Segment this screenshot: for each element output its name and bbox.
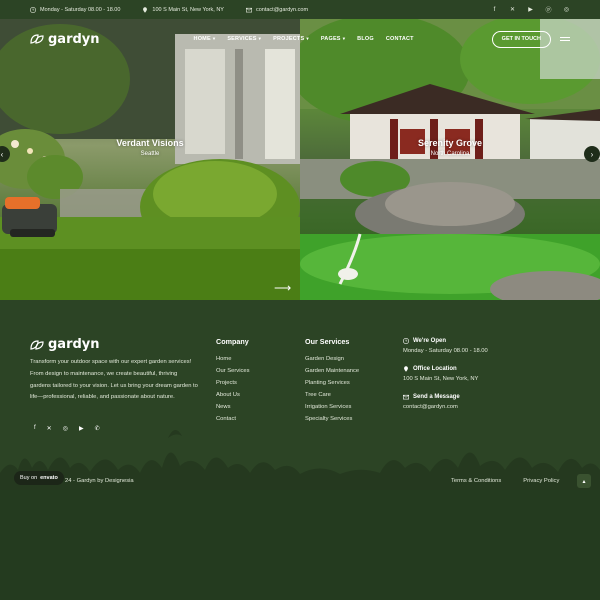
top-social-links: f ✕ ▶ ⓟ ◎: [491, 6, 570, 15]
column-title: Company: [216, 337, 249, 346]
clock-icon: [30, 6, 36, 13]
slide-location: Seattle: [140, 151, 160, 157]
office-value: 100 S Main St, New York, NY: [403, 376, 479, 382]
hero-slider: Verdant Visions Seattle Serenity Grove N…: [0, 19, 600, 300]
email-info[interactable]: contact@gardyn.com: [245, 7, 308, 13]
chevron-down-icon: ▾: [258, 36, 262, 41]
map-pin-icon: [143, 6, 148, 13]
chevron-down-icon: ▾: [342, 36, 346, 41]
footer-link-home[interactable]: Home: [216, 356, 250, 368]
clock-icon: [403, 338, 409, 344]
office-heading: Office Location: [403, 366, 488, 372]
column-title: Our Services: [305, 337, 350, 346]
slide-title: Serenity Grove: [417, 138, 483, 148]
footer-link-garden-design[interactable]: Garden Design: [305, 356, 359, 368]
main-navbar: gardyn HOME ▾ SERVICES ▾ PROJECTS ▾ PAGES ▾ …: [0, 24, 600, 54]
nav-item-blog[interactable]: BLOG: [357, 36, 374, 42]
footer-link-projects[interactable]: Projects: [216, 380, 250, 392]
facebook-icon[interactable]: f: [491, 6, 498, 13]
nav-label: BLOG: [357, 36, 374, 42]
garden-photo-left: [0, 19, 300, 300]
get-in-touch-button[interactable]: GET IN TOUCH: [491, 30, 551, 48]
brand-name: gardyn: [48, 31, 100, 47]
office-label: Office Location: [413, 366, 457, 372]
address-info: 100 S Main St, New York, NY: [142, 7, 224, 13]
legal-links: Terms & Conditions Privacy Policy: [451, 478, 559, 484]
message-heading: Send a Message: [403, 394, 488, 400]
open-hours-heading: We're Open: [403, 338, 488, 344]
map-pin-icon: [404, 366, 408, 372]
message-value[interactable]: contact@gardyn.com: [403, 404, 488, 410]
hours-info: Monday - Saturday 08.00 - 18.00: [30, 6, 121, 13]
mail-icon: [245, 7, 252, 12]
garden-photo-right: [300, 19, 600, 300]
chevron-down-icon: ▾: [212, 36, 216, 41]
privacy-link[interactable]: Privacy Policy: [523, 478, 559, 484]
email-text[interactable]: contact@gardyn.com: [256, 7, 308, 13]
footer-description: Transform your outdoor space with our ex…: [30, 359, 198, 401]
slide-location: North Carolina: [430, 151, 470, 157]
nav-item-contact[interactable]: CONTACT: [386, 36, 414, 42]
company-column: Company Home Our Services Projects About…: [216, 337, 250, 428]
services-column: Our Services Garden Design Garden Mainte…: [305, 337, 359, 428]
chevron-down-icon: ▾: [306, 36, 309, 41]
footer-logo[interactable]: gardyn: [30, 337, 100, 352]
footer-link-our-services[interactable]: Our Services: [216, 368, 250, 380]
youtube-icon[interactable]: ▶: [527, 6, 534, 13]
nav-label: PAGES: [320, 36, 341, 42]
footer-link-planting-services[interactable]: Planting Services: [305, 380, 359, 392]
scroll-to-top-button[interactable]: ▴: [577, 474, 591, 488]
message-label: Send a Message: [413, 394, 460, 400]
nav-item-home[interactable]: HOME ▾: [194, 36, 216, 42]
nav-item-projects[interactable]: PROJECTS ▾: [273, 36, 309, 42]
arrow-right-icon[interactable]: ⟶: [274, 281, 291, 295]
instagram-icon[interactable]: ◎: [563, 6, 570, 13]
open-label: We're Open: [413, 338, 446, 344]
buy-on-envato-badge[interactable]: Buy on envato: [14, 471, 64, 485]
footer-link-news[interactable]: News: [216, 404, 250, 416]
footer-link-tree-care[interactable]: Tree Care: [305, 392, 359, 404]
top-info-bar: Monday - Saturday 08.00 - 18.00 100 S Ma…: [0, 0, 600, 19]
leaf-logo-icon: [30, 339, 44, 350]
nav-label: CONTACT: [385, 36, 414, 42]
nav-item-pages[interactable]: PAGES ▾: [321, 36, 345, 42]
footer-link-irrigation-services[interactable]: Irrigation Services: [305, 404, 359, 416]
footer-bottom-band: [0, 490, 600, 600]
nav-label: HOME: [193, 36, 211, 42]
brand-name: gardyn: [48, 337, 100, 352]
address-text: 100 S Main St, New York, NY: [152, 6, 224, 13]
contact-column: We're Open Monday - Saturday 08.00 - 18.…: [403, 338, 488, 422]
slide-serenity-grove[interactable]: Serenity Grove North Carolina: [300, 19, 600, 300]
footer-link-garden-maintenance[interactable]: Garden Maintenance: [305, 368, 359, 380]
chevron-up-icon: ▴: [582, 478, 586, 485]
hamburger-menu-icon[interactable]: [560, 37, 570, 41]
terms-link[interactable]: Terms & Conditions: [451, 478, 501, 484]
copyright-text: 24 - Gardyn by Designesia: [65, 478, 134, 484]
hours-text: Monday - Saturday 08.00 - 18.00: [40, 6, 121, 13]
nav-label: SERVICES: [227, 36, 257, 42]
next-slide-button[interactable]: ›: [584, 146, 600, 162]
open-hours-value: Monday - Saturday 08.00 - 18.00: [403, 348, 488, 354]
envato-brand: envato: [40, 475, 58, 481]
nav-menu: HOME ▾ SERVICES ▾ PROJECTS ▾ PAGES ▾ BLOG CO…: [194, 36, 414, 42]
nav-label: PROJECTS: [273, 36, 305, 42]
slide-title: Verdant Visions: [116, 138, 184, 148]
nav-item-services[interactable]: SERVICES ▾: [227, 36, 261, 42]
x-icon[interactable]: ✕: [509, 6, 516, 13]
buy-on-label: Buy on: [20, 475, 38, 481]
footer-link-about-us[interactable]: About Us: [216, 392, 250, 404]
slide-verdant-visions[interactable]: Verdant Visions Seattle: [0, 19, 300, 300]
logo[interactable]: gardyn: [30, 32, 100, 47]
leaf-logo-icon: [30, 34, 44, 44]
mail-icon: [403, 394, 409, 400]
pinterest-icon[interactable]: ⓟ: [545, 6, 552, 14]
